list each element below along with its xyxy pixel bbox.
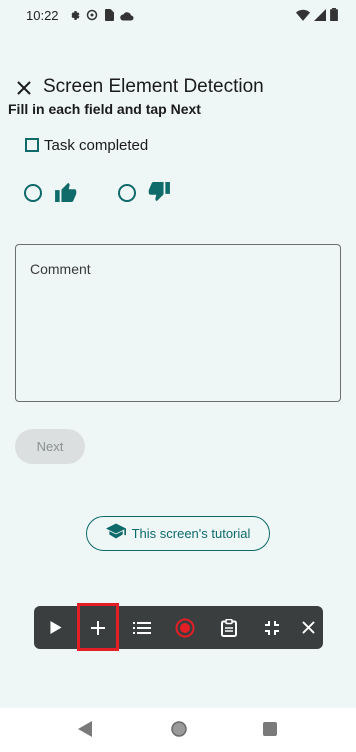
- recent-apps-icon[interactable]: [263, 722, 277, 741]
- task-completed-checkbox[interactable]: [25, 138, 39, 152]
- thumbs-up-icon[interactable]: [55, 182, 77, 207]
- thumbs-up-radio[interactable]: [24, 184, 42, 202]
- home-icon[interactable]: [171, 721, 187, 742]
- tutorial-button-label: This screen's tutorial: [131, 526, 251, 541]
- graduation-cap-icon: [105, 523, 126, 544]
- clipboard-icon[interactable]: [209, 606, 249, 649]
- battery-icon: [330, 8, 338, 26]
- status-left-icons: [68, 8, 134, 26]
- tutorial-button[interactable]: This screen's tutorial: [86, 516, 270, 551]
- play-icon[interactable]: [36, 606, 76, 649]
- cloud-icon: [120, 8, 134, 26]
- at-icon: [86, 8, 98, 26]
- signal-icon: [314, 8, 326, 26]
- status-right-icons: [296, 8, 338, 26]
- comment-placeholder: Comment: [30, 261, 91, 277]
- status-time: 10:22: [26, 8, 59, 23]
- thumbs-down-icon[interactable]: [148, 182, 170, 207]
- page-subtitle: Fill in each field and tap Next: [8, 101, 201, 117]
- highlight-box: [77, 603, 119, 651]
- next-button-label: Next: [36, 439, 64, 454]
- task-completed-label[interactable]: Task completed: [44, 137, 148, 154]
- thumbs-down-radio[interactable]: [118, 184, 136, 202]
- close-icon[interactable]: [12, 76, 36, 100]
- wifi-icon: [296, 8, 310, 26]
- collapse-icon[interactable]: [252, 606, 292, 649]
- sim-icon: [104, 8, 114, 26]
- toolbar-close-icon[interactable]: [288, 606, 328, 649]
- gear-icon: [68, 8, 80, 26]
- record-icon[interactable]: [165, 606, 205, 649]
- next-button[interactable]: Next: [15, 429, 85, 464]
- page-title: Screen Element Detection: [43, 76, 264, 97]
- list-icon[interactable]: [122, 606, 162, 649]
- back-icon[interactable]: [78, 721, 92, 742]
